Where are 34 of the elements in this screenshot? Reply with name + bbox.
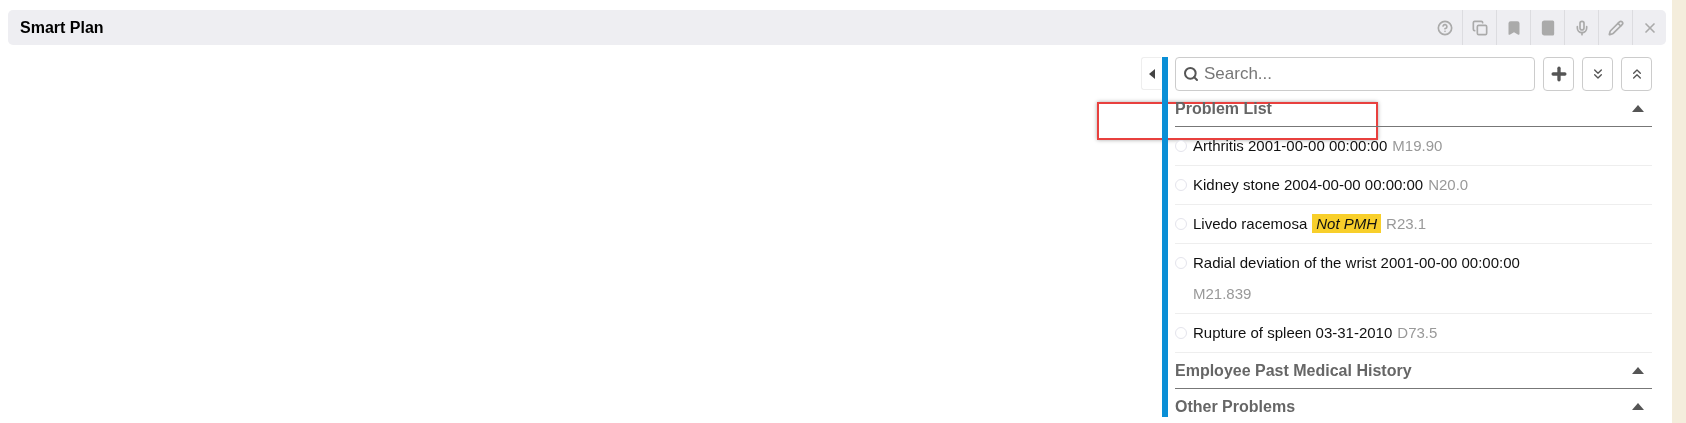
radio-button[interactable] — [1175, 140, 1187, 152]
diagnosis-code: M19.90 — [1392, 136, 1443, 155]
diagnosis-code: N20.0 — [1428, 175, 1469, 194]
problem-name: Radial deviation of the wrist 2001-00-00 00:00:00 — [1193, 253, 1520, 272]
status-tag: Not PMH — [1312, 214, 1382, 233]
search-field[interactable]: Search... — [1175, 57, 1535, 91]
pencil-icon — [1607, 19, 1624, 36]
diagnosis-code: D73.5 — [1397, 323, 1438, 342]
problem-name: Rupture of spleen 03-31-2010 — [1193, 323, 1393, 342]
problem-name: Livedo racemosa — [1193, 214, 1308, 233]
expand-all-button[interactable] — [1582, 57, 1613, 91]
section-header[interactable]: Other Problems — [1175, 389, 1652, 423]
window-title: Smart Plan — [20, 18, 105, 37]
problem-name: Kidney stone 2004-00-00 00:00:00 — [1193, 175, 1424, 194]
collapse-all-button[interactable] — [1621, 57, 1652, 91]
section-header[interactable]: Problem List — [1175, 91, 1652, 127]
diagnosis-code: M21.839 — [1193, 284, 1252, 303]
radio-button[interactable] — [1175, 257, 1187, 269]
help-icon — [1437, 19, 1453, 36]
add-button[interactable] — [1543, 57, 1574, 91]
caret-up-icon — [1632, 105, 1644, 112]
copy-icon — [1471, 19, 1488, 36]
book-icon — [1539, 19, 1556, 36]
radio-button[interactable] — [1175, 327, 1187, 339]
collapse-panel-button[interactable] — [1141, 57, 1161, 90]
radio-button[interactable] — [1175, 179, 1187, 191]
radio-button[interactable] — [1175, 218, 1187, 230]
section-header[interactable]: Employee Past Medical History — [1175, 353, 1652, 389]
search-icon — [1183, 66, 1199, 82]
problem-name: Arthritis 2001-00-00 00:00:00 — [1193, 136, 1388, 155]
caret-left-icon — [1148, 68, 1155, 79]
diagnosis-code: R23.1 — [1386, 214, 1427, 233]
caret-up-icon — [1632, 403, 1644, 410]
caret-up-icon — [1632, 367, 1644, 374]
